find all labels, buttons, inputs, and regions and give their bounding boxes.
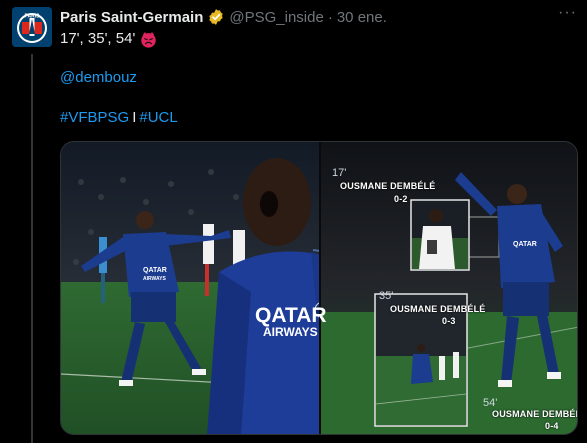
sponsor-text-big-2: AIRWAYS — [263, 325, 318, 339]
more-dots-icon[interactable]: ··· — [558, 4, 577, 22]
goal-1-player: OUSMANE DEMBÉLÉ — [340, 181, 436, 191]
sponsor-text-right: QATAR — [513, 241, 537, 248]
sponsor-text-small-2: AIRWAYS — [143, 276, 166, 282]
avatar-text: PARIS — [25, 14, 41, 20]
goal-3-minute: 54' — [483, 397, 498, 409]
tweet-text-line-1: 17', 35', 54' — [60, 29, 157, 49]
hashtag-separator: I — [132, 109, 137, 126]
goal-collage-graphic: QATAR AIRWAYS QATAR — [61, 142, 577, 434]
author-name[interactable]: Paris Saint-Germain — [60, 9, 203, 26]
inset-photo-goal-1 — [410, 199, 470, 271]
tweet-text-line-3: #VFBPSG I #UCL — [60, 108, 178, 128]
tweet-header: Paris Saint-Germain @PSG_inside · 30 ene… — [60, 7, 387, 27]
red-face-emoji-icon — [141, 31, 157, 48]
hashtag-link-vfbpsg[interactable]: #VFBPSG — [60, 109, 129, 126]
hashtag-link-ucl[interactable]: #UCL — [139, 109, 177, 126]
thread-line — [31, 54, 33, 443]
goal-3-score: 0-4 — [545, 421, 559, 431]
psg-crest-icon: PARIS — [12, 7, 52, 47]
tweet[interactable]: PARIS Paris Saint-Germain @PSG_inside · … — [0, 0, 587, 443]
avatar[interactable]: PARIS — [12, 7, 52, 47]
mention-link[interactable]: @dembouz — [60, 69, 137, 86]
goal-2-score: 0-3 — [442, 316, 456, 326]
goal-2-player: OUSMANE DEMBÉLÉ — [390, 304, 486, 314]
sponsor-text-big: QATAR — [255, 304, 327, 327]
goal-minutes-text: 17', 35', 54' — [60, 30, 136, 47]
timestamp[interactable]: 30 ene. — [337, 9, 387, 26]
goal-1-score: 0-2 — [394, 194, 408, 204]
author-handle[interactable]: @PSG_inside — [229, 9, 323, 26]
goal-3-player: OUSMANE DEMBÉLÉ — [492, 409, 578, 419]
header-separator: · — [327, 8, 333, 26]
tweet-media-image[interactable]: QATAR AIRWAYS QATAR QATAR AIRWAYS 17' OU… — [60, 141, 578, 435]
sponsor-text-small: QATAR — [143, 267, 167, 274]
goal-2-minute: 35' — [379, 290, 394, 302]
goal-1-minute: 17' — [332, 167, 347, 179]
verified-gold-badge-icon[interactable] — [207, 8, 225, 26]
tweet-text-line-2: @dembouz — [60, 68, 137, 88]
